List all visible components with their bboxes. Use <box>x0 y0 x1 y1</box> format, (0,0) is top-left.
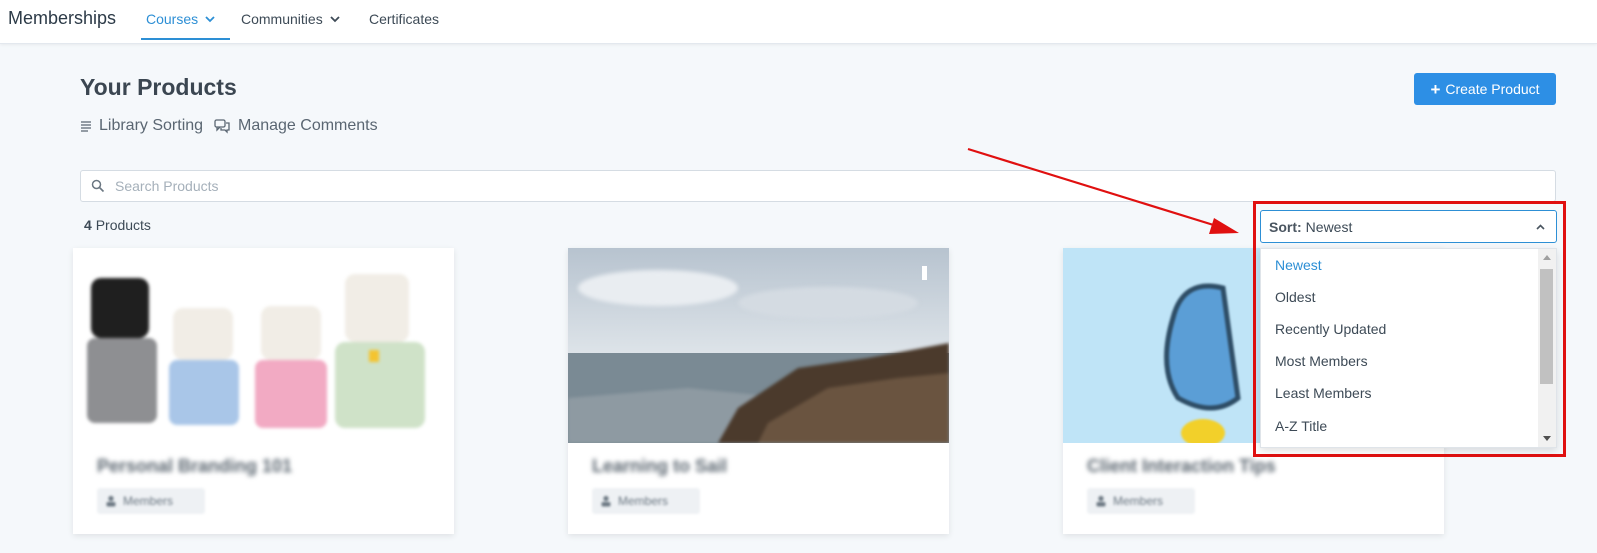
product-title: Client Interaction Tips <box>1087 456 1276 476</box>
sort-option-oldest[interactable]: Oldest <box>1275 289 1315 305</box>
library-sorting-label: Library Sorting <box>99 117 204 134</box>
sort-select[interactable]: Sort: Newest <box>1260 210 1557 243</box>
create-product-label: Create Product <box>1445 81 1540 97</box>
sort-option-recently-updated[interactable]: Recently Updated <box>1275 321 1386 337</box>
active-nav-indicator <box>141 38 230 40</box>
search-icon <box>91 179 105 193</box>
member-badge-label: Members <box>123 494 174 508</box>
nav-item-label: Communities <box>241 11 323 27</box>
member-badge-label: Members <box>1113 494 1164 508</box>
product-card[interactable]: Learning to Sail Members <box>568 248 949 534</box>
product-thumbnail <box>73 248 454 443</box>
member-badge-label: Members <box>618 494 669 508</box>
chat-bubbles-icon <box>214 118 230 134</box>
sort-dropdown: Newest Oldest Recently Updated Most Memb… <box>1260 248 1557 448</box>
product-count: 4 Products <box>84 217 151 233</box>
sort-value: Newest <box>1305 218 1353 235</box>
nav-item-communities[interactable]: Communities <box>241 11 341 27</box>
nav-item-label: Courses <box>146 11 199 27</box>
member-badge: Members <box>592 488 700 514</box>
product-title: Personal Branding 101 <box>97 456 293 476</box>
top-nav-bar: Memberships Courses Communities Certific… <box>0 0 1597 44</box>
manage-comments-label: Manage Comments <box>238 117 378 134</box>
product-title: Learning to Sail <box>592 456 728 476</box>
library-sorting-link[interactable]: Library Sorting <box>80 117 203 135</box>
nav-item-label: Certificates <box>369 11 440 27</box>
chevron-up-icon <box>1536 224 1545 230</box>
search-input[interactable] <box>115 178 1515 194</box>
sort-option-newest[interactable]: Newest <box>1275 257 1322 273</box>
chevron-down-icon <box>205 16 215 23</box>
member-badge: Members <box>1087 488 1195 514</box>
person-icon <box>1096 495 1106 507</box>
scrollbar-thumb[interactable] <box>1540 269 1553 384</box>
scroll-up-arrow-icon[interactable] <box>1542 253 1552 261</box>
plus-icon: + <box>1430 79 1441 99</box>
dropdown-scrollbar[interactable] <box>1538 249 1556 447</box>
sort-option-least-members[interactable]: Least Members <box>1275 385 1371 401</box>
scroll-down-arrow-icon[interactable] <box>1542 435 1552 443</box>
member-badge: Members <box>97 488 205 514</box>
page-title: Your Products <box>80 74 237 100</box>
product-card[interactable]: Personal Branding 101 Members <box>73 248 454 534</box>
product-thumbnail-image <box>568 248 949 443</box>
app-title: Memberships <box>8 8 117 28</box>
product-count-label: Products <box>95 217 151 233</box>
product-thumbnail <box>568 248 949 443</box>
person-icon <box>601 495 611 507</box>
sort-label: Sort: <box>1269 218 1302 235</box>
product-count-number: 4 <box>84 217 92 233</box>
search-bar <box>80 170 1556 202</box>
chevron-down-icon <box>330 16 340 23</box>
person-icon <box>106 495 116 507</box>
product-thumbnail-image <box>73 248 454 443</box>
sort-option-a-z-title[interactable]: A-Z Title <box>1275 418 1327 434</box>
sort-option-most-members[interactable]: Most Members <box>1275 353 1368 369</box>
manage-comments-link[interactable]: Manage Comments <box>214 117 378 135</box>
list-lines-icon <box>81 121 91 132</box>
create-product-button[interactable]: + Create Product <box>1414 73 1556 105</box>
nav-item-certificates[interactable]: Certificates <box>369 11 439 27</box>
nav-item-courses[interactable]: Courses <box>146 11 216 27</box>
